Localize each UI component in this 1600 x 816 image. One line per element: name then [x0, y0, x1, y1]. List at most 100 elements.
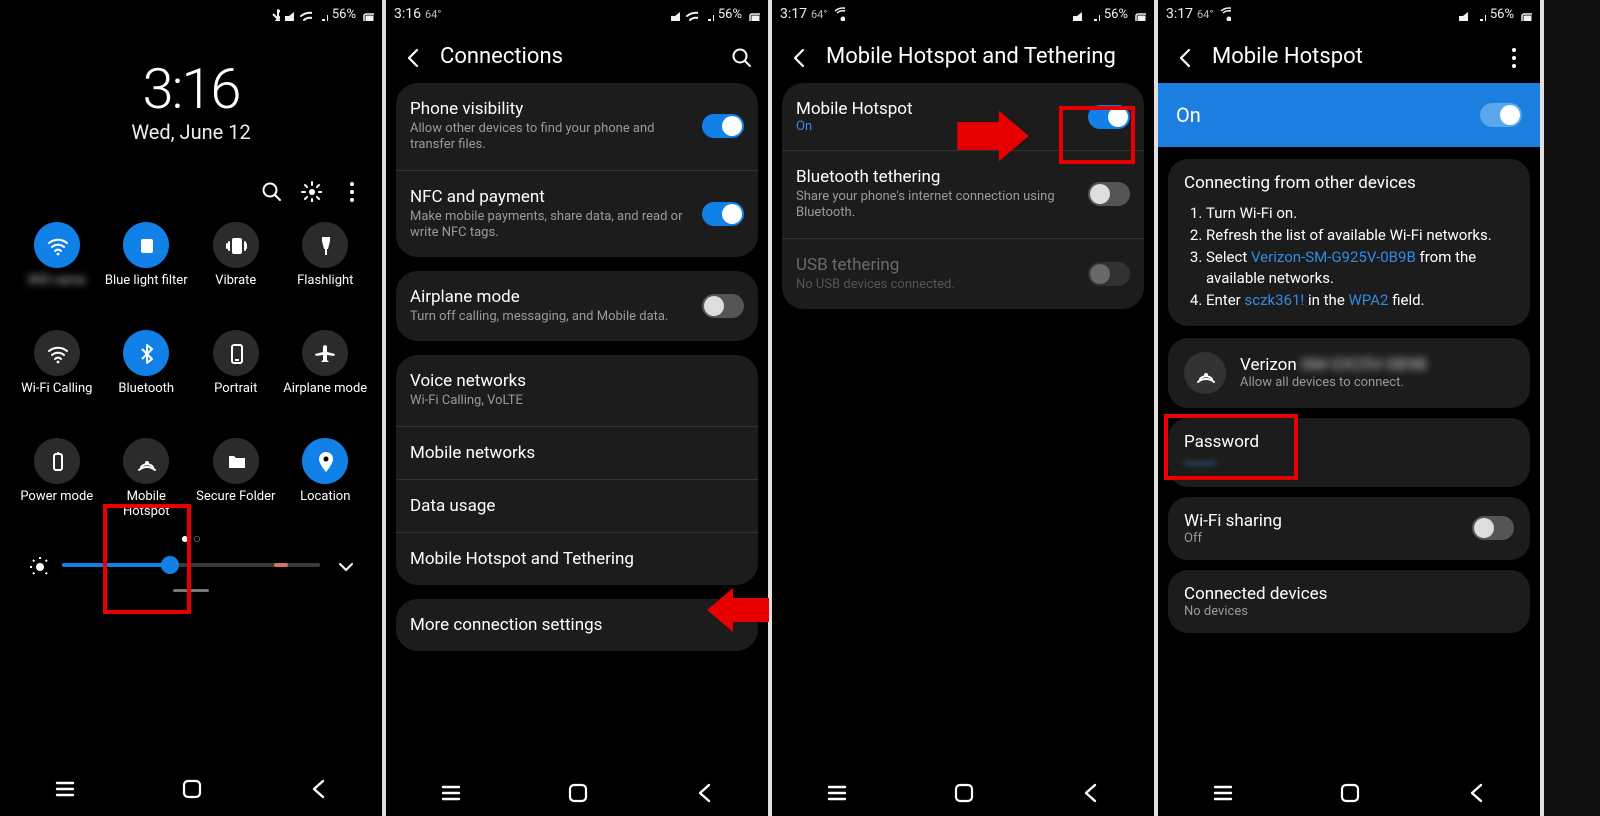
wifi-sharing-status: Off — [1184, 531, 1458, 546]
page-title: Mobile Hotspot and Tethering — [826, 44, 1116, 69]
nav-home-icon[interactable] — [180, 777, 202, 799]
nav-recents-icon[interactable] — [825, 781, 847, 803]
status-temp: 64° — [425, 8, 441, 21]
battery-icon — [360, 7, 374, 21]
row-network-name[interactable]: Verizon-SM-G925V-0B9B Allow all devices … — [1168, 338, 1530, 408]
row-status: On — [796, 119, 1076, 134]
hotspot-icon — [1184, 352, 1226, 394]
screen-connections: 3:16 64° 56% Connections Phone visibilit… — [386, 0, 772, 816]
row-nfc-payment[interactable]: NFC and payment Make mobile payments, sh… — [396, 170, 758, 258]
row-usb-tethering: USB tethering No USB devices connected. — [782, 238, 1144, 309]
back-button[interactable] — [1174, 46, 1196, 68]
status-time: 3:16 — [394, 6, 421, 22]
screen-mobile-hotspot-detail: 3:17 64° 56% Mobile Hotspot On Connectin… — [1158, 0, 1544, 816]
chevron-down-icon[interactable] — [334, 555, 354, 575]
overflow-icon[interactable] — [1502, 46, 1524, 68]
row-password[interactable]: Password •••••• — [1168, 418, 1530, 487]
wpa2-link: WPA2 — [1349, 291, 1389, 309]
row-voice-networks[interactable]: Voice networks Wi-Fi Calling, VoLTE — [396, 355, 758, 425]
row-label: Mobile networks — [410, 443, 744, 463]
toggle-airplane[interactable] — [702, 294, 744, 318]
row-label: More connection settings — [410, 615, 744, 635]
instruction-item: Refresh the list of available Wi-Fi netw… — [1206, 225, 1514, 247]
tile-location[interactable]: Location — [283, 438, 369, 520]
screen-quick-settings: 56% 3:16 Wed, June 12 Wifi name Blue lig… — [0, 0, 386, 816]
row-airplane-mode[interactable]: Airplane mode Turn off calling, messagin… — [396, 271, 758, 341]
row-bluetooth-tethering[interactable]: Bluetooth tethering Share your phone's i… — [782, 150, 1144, 238]
tile-power-mode[interactable]: Power mode — [14, 438, 100, 520]
status-time: 3:17 — [780, 6, 807, 22]
row-label: Bluetooth tethering — [796, 167, 1076, 187]
back-button[interactable] — [788, 46, 810, 68]
tile-flashlight[interactable]: Flashlight — [283, 222, 369, 304]
nav-recents-icon[interactable] — [53, 777, 75, 799]
ssid-link: Verizon-SM-G925V-0B9B — [1251, 248, 1416, 266]
instructions-heading: Connecting from other devices — [1184, 173, 1514, 193]
row-mobile-networks[interactable]: Mobile networks — [396, 426, 758, 479]
nav-home-icon[interactable] — [566, 781, 588, 803]
row-more-connection-settings[interactable]: More connection settings — [396, 599, 758, 651]
overflow-icon[interactable] — [340, 180, 362, 202]
tile-wifi-label: Wifi name — [28, 274, 86, 304]
tile-portrait[interactable]: Portrait — [193, 330, 279, 412]
nav-home-icon[interactable] — [952, 781, 974, 803]
app-dock — [0, 760, 382, 816]
search-icon[interactable] — [730, 46, 752, 68]
row-mobile-hotspot[interactable]: Mobile Hotspot On — [782, 83, 1144, 150]
nav-recents-icon[interactable] — [1211, 781, 1233, 803]
battery-percent: 56% — [1490, 7, 1514, 22]
toggle-nfc[interactable] — [702, 202, 744, 226]
panel-handle[interactable] — [173, 589, 209, 592]
tile-blue-light[interactable]: Blue light filter — [104, 222, 190, 304]
status-temp: 64° — [1197, 8, 1213, 21]
row-wifi-sharing[interactable]: Wi-Fi sharing Off — [1168, 497, 1530, 560]
toggle-hotspot-banner[interactable] — [1480, 103, 1522, 127]
tile-label: Blue light filter — [105, 274, 188, 304]
row-label: Airplane mode — [410, 287, 690, 307]
row-desc: Share your phone's internet connection u… — [796, 189, 1076, 222]
pager-dots: ● ○ — [14, 530, 368, 547]
nav-back-icon[interactable] — [307, 777, 329, 799]
settings-icon[interactable] — [300, 180, 322, 202]
tile-airplane-mode[interactable]: Airplane mode — [283, 330, 369, 412]
battery-percent: 56% — [1104, 7, 1128, 22]
screen-hotspot-tethering: 3:17 64° 56% Mobile Hotspot and Tetherin… — [772, 0, 1158, 816]
instruction-item: Enter sczk361! in the WPA2 field. — [1206, 290, 1514, 312]
row-phone-visibility[interactable]: Phone visibility Allow other devices to … — [396, 83, 758, 170]
tile-label: Bluetooth — [118, 382, 174, 412]
nav-home-icon[interactable] — [1338, 781, 1360, 803]
statusbar: 3:17 64° 56% — [772, 0, 1154, 28]
tile-vibrate[interactable]: Vibrate — [193, 222, 279, 304]
brightness-slider[interactable] — [14, 555, 368, 575]
toggle-phone-visibility[interactable] — [702, 114, 744, 138]
password-value: •••••• — [1184, 454, 1216, 473]
ssid-prefix: Verizon — [1240, 355, 1297, 375]
toggle-bluetooth-tethering[interactable] — [1088, 182, 1130, 206]
back-button[interactable] — [402, 46, 424, 68]
tile-wifi-calling[interactable]: Wi-Fi Calling — [14, 330, 100, 412]
row-hotspot-tethering[interactable]: Mobile Hotspot and Tethering — [396, 532, 758, 585]
instruction-item: Select Verizon-SM-G925V-0B9B from the av… — [1206, 247, 1514, 291]
row-connected-devices[interactable]: Connected devices No devices — [1168, 570, 1530, 633]
tile-wifi[interactable]: Wifi name — [14, 222, 100, 304]
battery-icon — [746, 7, 760, 21]
tile-bluetooth[interactable]: Bluetooth — [104, 330, 190, 412]
clock-date: Wed, June 12 — [14, 120, 368, 144]
row-data-usage[interactable]: Data usage — [396, 479, 758, 532]
mute-status-icon — [1456, 7, 1470, 21]
row-label: USB tethering — [796, 255, 1076, 275]
tile-label: Mobile Hotspot — [104, 490, 190, 520]
toggle-wifi-sharing[interactable] — [1472, 516, 1514, 540]
hotspot-on-banner[interactable]: On — [1158, 83, 1540, 147]
nav-recents-icon[interactable] — [439, 781, 461, 803]
toggle-mobile-hotspot[interactable] — [1088, 105, 1130, 129]
tile-secure-folder[interactable]: Secure Folder — [193, 438, 279, 520]
battery-percent: 56% — [718, 7, 742, 22]
nav-back-icon[interactable] — [1465, 781, 1487, 803]
tile-mobile-hotspot[interactable]: Mobile Hotspot — [104, 438, 190, 520]
nav-back-icon[interactable] — [1079, 781, 1101, 803]
battery-percent: 56% — [332, 7, 356, 22]
clock-time: 3:16 — [14, 56, 368, 122]
nav-back-icon[interactable] — [693, 781, 715, 803]
search-icon[interactable] — [260, 180, 282, 202]
